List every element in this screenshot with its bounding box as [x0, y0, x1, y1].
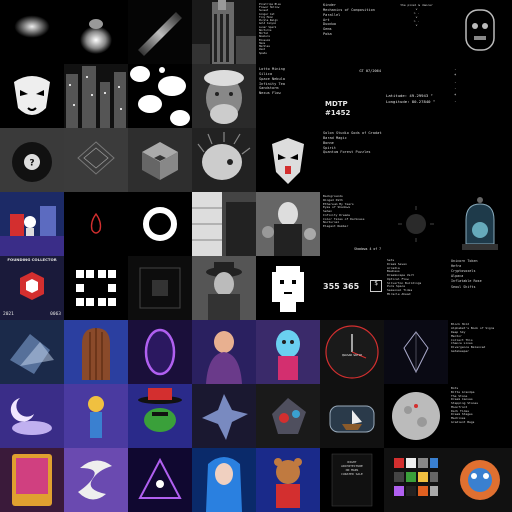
founding-number: 0063: [50, 311, 61, 317]
tile-moon-surface[interactable]: [384, 384, 448, 448]
tile-empty-dark-1[interactable]: [384, 128, 448, 192]
tile-night-architecture[interactable]: NIGHT ARCHITECTURE ON MARS CURATED SALE: [320, 448, 384, 512]
tile-light-streak[interactable]: [128, 0, 192, 64]
mdtp-code: GT 07/2064: [359, 69, 381, 73]
tile-isometric-box[interactable]: [128, 128, 192, 192]
tile-dark-sphere[interactable]: [384, 192, 448, 256]
founding-collector-title: FOUNDING COLLECTOR: [7, 257, 57, 262]
tile-text-list-tokens[interactable]: Unicorn Token Hefra Cryptovoxels Alpaca …: [448, 256, 512, 320]
tile-anime-girl[interactable]: [192, 448, 256, 512]
tile-flame[interactable]: [64, 192, 128, 256]
tile-splatter[interactable]: [128, 64, 192, 128]
tile-dots-pattern[interactable]: · * · · * ·: [448, 64, 512, 128]
latitude-text: Latitude: 49.29943 °: [386, 93, 433, 98]
founding-year: 2021: [3, 311, 14, 317]
tile-glass-shards[interactable]: [0, 320, 64, 384]
tile-old-man-portrait[interactable]: [192, 64, 256, 128]
tile-palette-grid[interactable]: [384, 448, 448, 512]
tile-cartoon-character[interactable]: [64, 384, 128, 448]
tile-empty-dark-2[interactable]: [448, 128, 512, 192]
tile-coordinates[interactable]: Latitude: 49.29943 ° Longitude: 80.27840…: [384, 64, 448, 128]
tile-wireframe-cube[interactable]: [64, 128, 128, 192]
tile-crystal[interactable]: [384, 320, 448, 384]
longitude-text: Longitude: 80.27840 °: [386, 99, 436, 104]
tile-tribal-mask[interactable]: [0, 64, 64, 128]
tile-bell-jar[interactable]: [448, 192, 512, 256]
tile-pixel-punk[interactable]: [256, 256, 320, 320]
counter-value: 355 365: [323, 282, 360, 291]
tile-bear-character[interactable]: [256, 448, 320, 512]
tile-text-list-sets[interactable]: Sets Dream Seven Arcadia Bauhaus Dreamsc…: [384, 256, 448, 320]
tile-samurai-mask[interactable]: [256, 128, 320, 192]
tile-crystal-flower[interactable]: [192, 384, 256, 448]
tile-old-man-hat[interactable]: [192, 256, 256, 320]
tile-text-list-gods[interactable]: Solon Studio Gods of Gradation Barad Mag…: [320, 128, 384, 192]
tile-swirl-logo[interactable]: [64, 448, 128, 512]
tile-text-list-bots[interactable]: Bots Bitte Grandpa The Stone Dream Canva…: [448, 384, 512, 448]
tile-magic-8-ball[interactable]: ?: [0, 128, 64, 192]
tile-pixel-scene[interactable]: [0, 192, 64, 256]
tile-watch-face[interactable]: QUASAR WATCH: [320, 320, 384, 384]
mdtp-number: #1452: [325, 109, 351, 117]
tile-mdtp[interactable]: MDTP #1452 GT 07/2064: [320, 64, 384, 128]
tile-ring[interactable]: [128, 192, 192, 256]
tile-ship-in-bottle[interactable]: [320, 384, 384, 448]
tile-night-city[interactable]: [64, 64, 128, 128]
tile-glass-sculpture[interactable]: [256, 384, 320, 448]
tile-3d-character[interactable]: [256, 320, 320, 384]
tile-dot-frame[interactable]: [64, 256, 128, 320]
tile-text-list-blocks[interactable]: Block Hold Alphabet's Book of Signs Deep…: [448, 320, 512, 384]
counter-unit: $: [370, 280, 382, 292]
tile-skyscraper[interactable]: [192, 0, 256, 64]
tile-founding-collector[interactable]: FOUNDING COLLECTOR 2021 0063: [0, 256, 64, 320]
tile-portal-mirror[interactable]: [128, 320, 192, 384]
shadows-label: Shadows 4 of 7: [354, 247, 381, 252]
tile-card-art[interactable]: [0, 448, 64, 512]
tile-smoke-portrait[interactable]: [0, 0, 64, 64]
tile-pixel-dancer[interactable]: the pixel & dancer v > · v > · v: [384, 0, 448, 64]
tile-crowd-photo[interactable]: [256, 192, 320, 256]
tile-frog-hat[interactable]: [128, 384, 192, 448]
tile-moon-cloud[interactable]: [0, 384, 64, 448]
svg-text:?: ?: [29, 159, 34, 169]
mdtp-title: MDTP: [325, 100, 348, 108]
watch-brand: QUASAR WATCH: [341, 353, 363, 357]
tile-text-list-palettes[interactable]: Pinstripe Blue Flower Hollow Sunset Ging…: [256, 0, 320, 64]
tile-hooded-figure[interactable]: [192, 320, 256, 384]
tile-glowing-face[interactable]: [64, 0, 128, 64]
nft-gallery-grid: Pinstripe Blue Flower Hollow Sunset Ging…: [0, 0, 512, 512]
tile-text-list-series[interactable]: Kinder Mechanics of Composition Parallel…: [320, 0, 384, 64]
tile-mosaic-creature[interactable]: [448, 448, 512, 512]
tile-text-list-backgrounds[interactable]: Backgrounds Winged Path Ethereum My Year…: [320, 192, 384, 256]
tile-wooden-door[interactable]: [64, 320, 128, 384]
tile-robot-head[interactable]: [448, 0, 512, 64]
tile-text-list-collections[interactable]: Lotto Mining Silica Space Nebula Infinit…: [256, 64, 320, 128]
tile-counter[interactable]: 355 365 $: [320, 256, 384, 320]
tile-architecture-bw[interactable]: [192, 192, 256, 256]
tile-neon-triangle[interactable]: [128, 448, 192, 512]
tile-spiky-head[interactable]: [192, 128, 256, 192]
tile-dark-geometric[interactable]: [128, 256, 192, 320]
